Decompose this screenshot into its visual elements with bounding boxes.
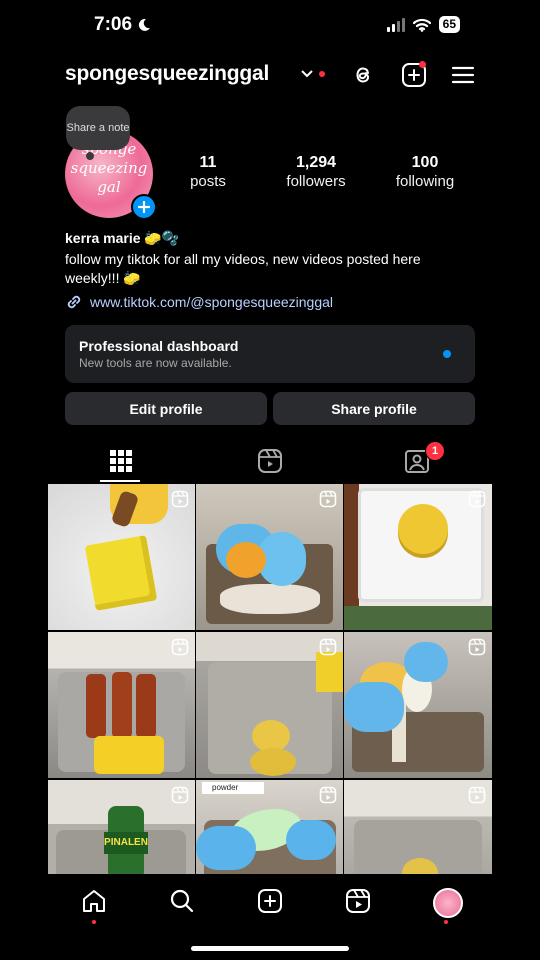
profile-bio: follow my tiktok for all my videos, new … <box>65 251 421 286</box>
wifi-icon <box>412 18 431 32</box>
reel-icon <box>319 786 337 804</box>
home-indicator <box>191 946 349 951</box>
dashboard-title: Professional dashboard <box>79 338 239 354</box>
add-story-button[interactable] <box>131 194 157 220</box>
dashboard-subtitle: New tools are now available. <box>79 356 232 370</box>
reel-icon <box>171 490 189 508</box>
reels-tab-icon[interactable] <box>255 446 285 476</box>
profile-nav-avatar[interactable] <box>433 888 463 918</box>
note-bubble-tail <box>86 152 94 160</box>
grid-post[interactable] <box>344 632 492 778</box>
stat-value: 11 <box>199 154 217 171</box>
stat-following[interactable]: 100 following <box>380 154 470 190</box>
profile-link[interactable]: www.tiktok.com/@spongesqueezinggal <box>65 293 333 311</box>
profile-link-text: www.tiktok.com/@spongesqueezinggal <box>90 294 334 310</box>
share-note-bubble[interactable]: Share a note <box>66 106 130 150</box>
plus-icon <box>138 201 150 213</box>
grid-post[interactable] <box>196 484 343 630</box>
home-notification-dot <box>92 920 96 924</box>
grid-post[interactable]: powder <box>196 780 343 874</box>
stat-value: 1,294 <box>295 154 337 171</box>
threads-icon[interactable] <box>350 62 376 88</box>
profile-username[interactable]: spongesqueezinggal <box>65 62 269 86</box>
reel-icon <box>319 638 337 656</box>
battery-indicator: 65 <box>438 16 460 33</box>
reel-icon <box>319 490 337 508</box>
edit-profile-button[interactable]: Edit profile <box>65 392 267 425</box>
menu-icon[interactable] <box>450 62 476 88</box>
create-notification-dot <box>419 61 426 68</box>
grid-post[interactable] <box>48 484 195 630</box>
active-tab-indicator <box>100 480 140 482</box>
instagram-profile-screen: 7:06 65 spongesqueezinggal sponge squeez… <box>48 0 492 960</box>
search-icon[interactable] <box>169 888 195 914</box>
posts-grid: PINALEN powder <box>48 484 492 874</box>
professional-dashboard-card[interactable]: Professional dashboard New tools are now… <box>65 325 475 383</box>
reel-icon <box>171 638 189 656</box>
stat-posts[interactable]: 11 posts <box>163 154 253 190</box>
reel-icon <box>171 786 189 804</box>
account-notification-dot <box>319 71 325 77</box>
grid-post[interactable] <box>48 632 195 778</box>
moon-icon <box>138 18 151 31</box>
stat-label: following <box>395 173 455 190</box>
home-icon[interactable] <box>81 888 107 914</box>
grid-tab-icon[interactable] <box>106 446 136 476</box>
profile-notification-dot <box>444 920 448 924</box>
share-profile-button[interactable]: Share profile <box>273 392 475 425</box>
stat-followers[interactable]: 1,294 followers <box>271 154 361 190</box>
profile-display-name: kerra marie 🧽🫧 <box>65 230 180 246</box>
stat-label: followers <box>286 173 346 190</box>
status-time-text: 7:06 <box>94 14 133 35</box>
reels-nav-icon[interactable] <box>345 888 371 914</box>
new-post-icon[interactable] <box>257 888 283 914</box>
dashboard-new-dot <box>443 350 451 358</box>
grid-post[interactable] <box>344 780 492 874</box>
cell-signal-icon <box>386 17 405 32</box>
grid-post[interactable] <box>344 484 492 630</box>
reel-icon <box>468 786 486 804</box>
stat-label: posts <box>190 173 226 190</box>
chevron-down-icon[interactable] <box>301 66 313 82</box>
powder-label: powder <box>202 782 264 794</box>
grid-post[interactable]: PINALEN <box>48 780 195 874</box>
reel-icon <box>468 490 486 508</box>
bottle-label: PINALEN <box>104 832 148 854</box>
tagged-notification-badge: 1 <box>425 441 445 461</box>
status-time: 7:06 <box>94 14 151 36</box>
link-icon <box>67 295 81 309</box>
grid-post[interactable] <box>196 632 343 778</box>
status-indicators: 65 <box>386 16 460 33</box>
stat-value: 100 <box>411 154 439 171</box>
reel-icon <box>468 638 486 656</box>
